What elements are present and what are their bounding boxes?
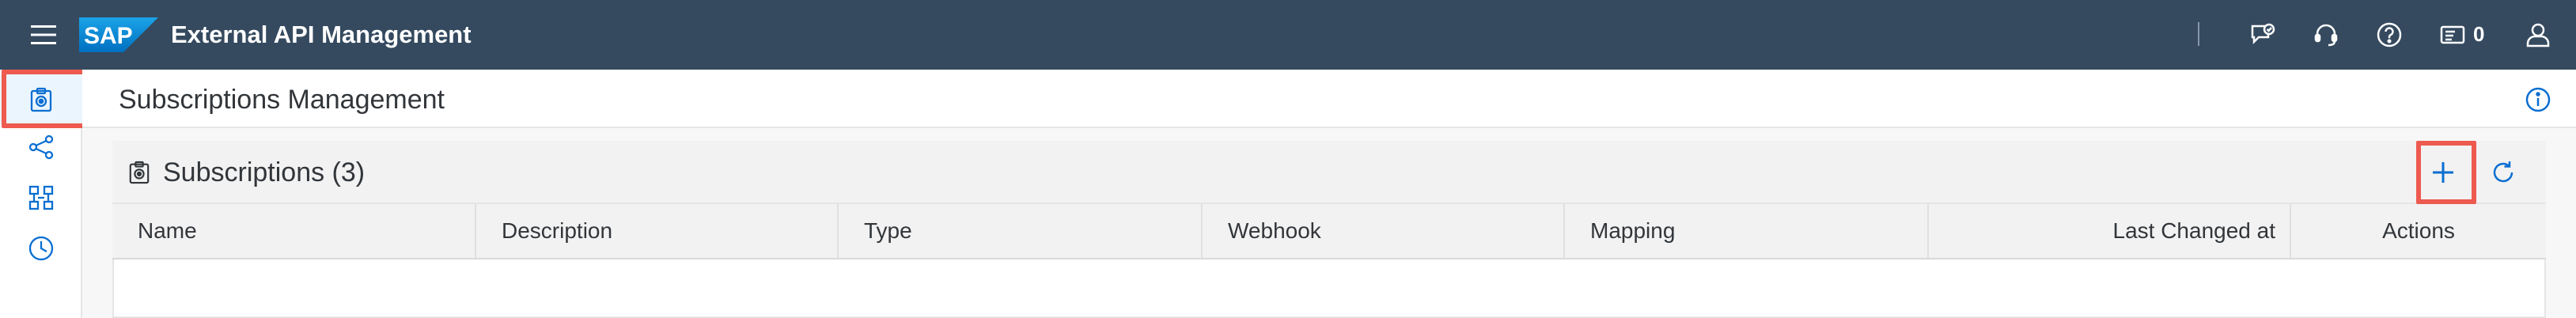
column-header-actions[interactable]: Actions [2291,204,2546,258]
side-navigation [0,70,82,318]
help-icon [2377,22,2402,47]
info-button[interactable] [2521,82,2555,117]
help-button[interactable] [2372,17,2407,52]
shell-separator [2198,22,2199,46]
subscriptions-icon [30,87,52,112]
subscriptions-icon [129,161,150,184]
add-icon [2433,162,2453,183]
sap-logo[interactable]: SAP [79,17,158,52]
column-header-webhook[interactable]: Webhook [1203,204,1565,258]
column-header-type[interactable]: Type [839,204,1203,258]
column-header-last-changed[interactable]: Last Changed at [1929,204,2291,258]
subscriptions-table: Subscriptions (3) Name Description Type … [112,141,2546,318]
menu-button[interactable] [24,19,63,51]
support-button[interactable] [2309,17,2343,52]
refresh-button[interactable] [2481,152,2525,193]
column-header-description[interactable]: Description [476,204,839,258]
info-icon [2525,87,2551,112]
support-icon [2314,24,2338,47]
notifications-button[interactable] [2435,17,2470,52]
refresh-icon [2493,161,2513,183]
table-header-row: Name Description Type Webhook Mapping La… [112,204,2546,259]
shell-bar: SAP External API Management 0 [0,0,2576,70]
share-icon [28,134,54,160]
feedback-icon [2251,23,2275,45]
notification-count: 0 [2473,22,2485,46]
table-toolbar: Subscriptions (3) [112,141,2546,204]
add-subscription-button[interactable] [2421,152,2465,193]
page-header: Subscriptions Management [82,70,2576,128]
column-header-name[interactable]: Name [112,204,476,258]
feedback-button[interactable] [2245,17,2280,52]
nav-item-share[interactable] [0,122,82,172]
table-title: Subscriptions (3) [163,157,366,187]
mappings-icon [28,185,54,210]
menu-icon [31,25,56,44]
nav-item-history[interactable] [0,223,82,274]
table-body [112,259,2546,318]
logo-text: SAP [84,23,133,49]
notifications-icon [2440,25,2465,44]
app-title: External API Management [171,21,472,48]
user-icon [2526,23,2550,47]
column-header-mapping[interactable]: Mapping [1565,204,1929,258]
page-title: Subscriptions Management [119,85,445,115]
table-title-icon [123,157,155,188]
history-icon [28,236,54,261]
nav-item-mappings[interactable] [0,172,82,223]
nav-item-subscriptions[interactable] [0,74,82,125]
user-button[interactable] [2521,17,2555,52]
